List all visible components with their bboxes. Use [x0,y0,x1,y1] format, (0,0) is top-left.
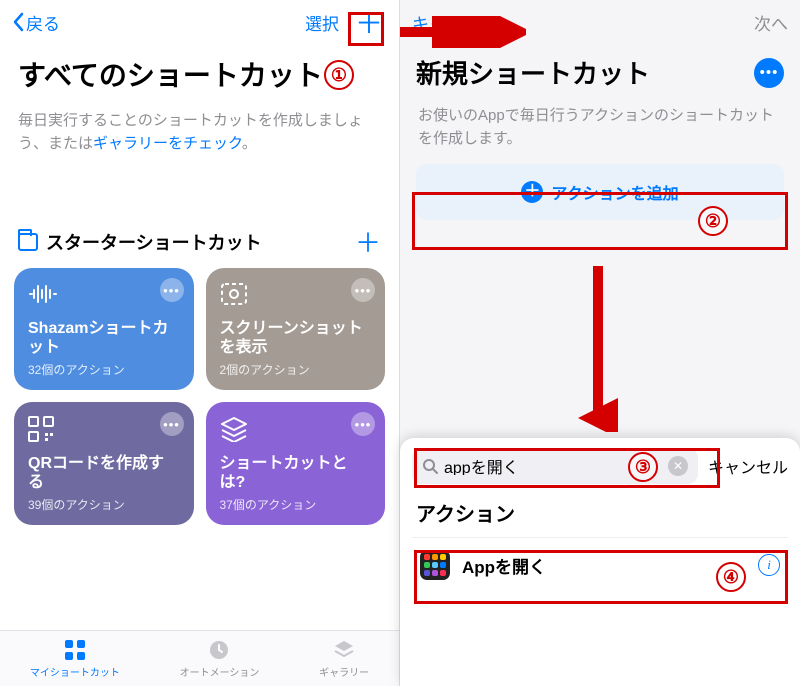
camera-icon [220,282,372,312]
qr-icon [28,416,180,448]
tab-bar: マイショートカット オートメーション ギャラリー [0,630,399,686]
search-icon [422,458,438,474]
more-options-button[interactable]: ••• [754,58,784,88]
info-icon[interactable]: i [758,554,780,576]
tile-qr[interactable]: ••• QRコードを作成する 39個のアクション [14,402,194,525]
add-shortcut-button[interactable]: ＋ [351,2,387,42]
page-description: 毎日実行することのショートカットを作成しましょう、またはギャラリーをチェック。 [0,98,399,167]
add-action-label: アクションを追加 [551,180,678,204]
app-grid-icon [420,550,450,580]
add-action-button[interactable]: ＋ アクションを追加 [416,164,784,220]
search-cancel-button[interactable]: キャンセル [708,454,788,478]
folder-icon [18,233,38,251]
new-shortcut-title: 新規ショートカット [416,54,650,91]
action-search-sheet: ✕ キャンセル アクション Appを開く i [400,438,800,686]
tile-shazam[interactable]: ••• Shazamショートカット 32個のアクション [14,268,194,390]
tile-screenshot[interactable]: ••• スクリーンショットを表示 2個のアクション [206,268,386,390]
section-add-button[interactable]: ＋ [355,223,381,260]
grid-icon [63,638,87,662]
layers-icon [220,416,372,448]
tab-gallery[interactable]: ギャラリー [319,638,369,679]
back-label: 戻る [26,10,60,35]
clear-search-icon[interactable]: ✕ [668,456,688,476]
starter-section-header: スターターショートカット ＋ [0,207,399,268]
annotation-arrow-1 [396,16,526,48]
tile-more-icon[interactable]: ••• [351,412,375,436]
nav-bar-left: 戻る 選択 ＋ [0,0,399,44]
next-button[interactable]: 次へ [754,10,788,35]
select-button[interactable]: 選択 [305,10,339,35]
tile-more-icon[interactable]: ••• [351,278,375,302]
annotation-arrow-2 [578,262,618,432]
new-shortcut-desc: お使いのAppで毎日行うアクションのショートカットを作成します。 [400,95,800,156]
tile-whatis[interactable]: ••• ショートカットとは? 37個のアクション [206,402,386,525]
annotation-2: ② [698,206,728,236]
clock-icon [207,638,231,662]
tab-my-shortcuts[interactable]: マイショートカット [30,638,120,679]
waveform-icon [28,282,180,312]
tile-more-icon[interactable]: ••• [160,278,184,302]
stack-icon [332,638,356,662]
back-button[interactable]: 戻る [12,10,60,35]
chevron-left-icon [12,12,24,32]
annotation-3: ③ [628,452,658,482]
annotation-4: ④ [716,562,746,592]
tile-more-icon[interactable]: ••• [160,412,184,436]
gallery-link[interactable]: ギャラリーをチェック [93,135,242,152]
annotation-1: ① [324,60,354,90]
results-section-header: アクション [416,498,784,527]
tab-automation[interactable]: オートメーション [180,638,260,679]
section-title: スターターショートカット [46,229,262,255]
plus-circle-icon: ＋ [521,181,543,203]
result-label: Appを開く [462,553,746,578]
